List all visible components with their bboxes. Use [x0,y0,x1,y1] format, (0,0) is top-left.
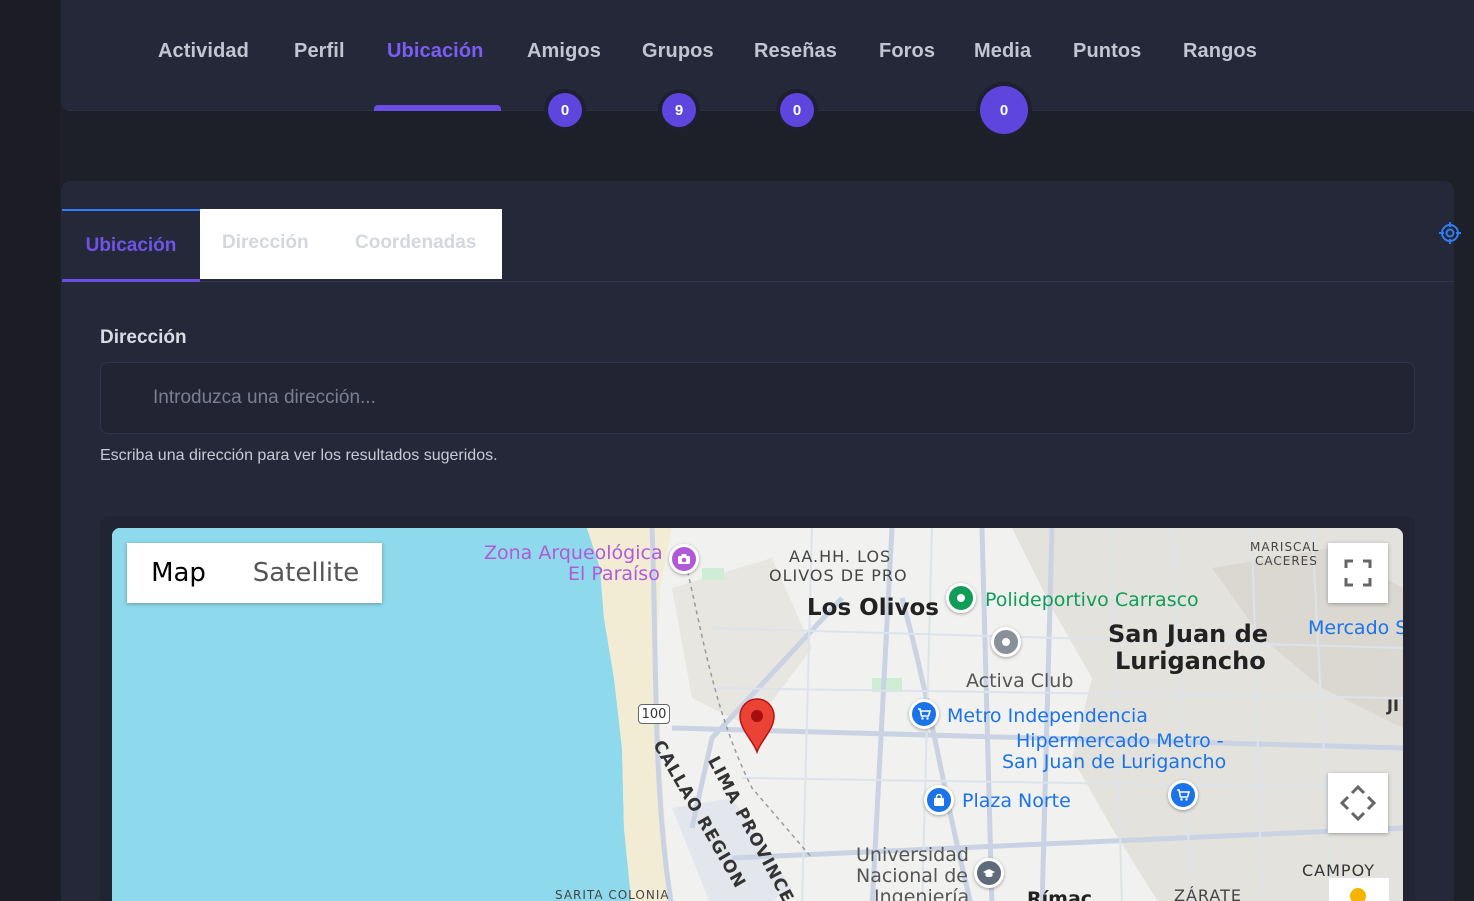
map-label-plaza-norte: Plaza Norte [962,790,1071,812]
pegman-icon [1350,888,1366,901]
tab-ubicacion[interactable]: Ubicación [62,209,200,282]
nav-item-ubicacion[interactable]: Ubicación [387,40,483,68]
route-100-shield: 100 [638,704,670,724]
map-label-polideportivo: Polideportivo Carrasco [985,589,1199,611]
nav-item-amigos[interactable]: Amigos [527,40,601,68]
camera-control-button[interactable] [1328,773,1388,833]
fullscreen-icon [1344,559,1372,587]
map-label-uni-1: Universidad [856,844,969,866]
map-label-aahh: AA.HH. LOS [789,547,892,566]
map-label-zona: Zona Arqueológica [484,542,663,564]
address-input[interactable] [100,362,1415,434]
crosshair-icon[interactable] [1438,221,1462,245]
nav-item-resenas[interactable]: Reseñas [754,40,837,68]
map-type-control: Map Satellite [127,543,382,603]
grupos-count-badge: 9 [662,93,696,127]
resenas-count-badge: 0 [780,93,814,127]
map-label-uni-3: Ingeniería [874,886,970,901]
map-label-sjl-1: San Juan de [1108,620,1269,648]
map-type-map-button[interactable]: Map [127,543,230,603]
map-label-caceres: CACERES [1255,554,1318,568]
nav-item-actividad[interactable]: Actividad [158,40,249,68]
tab-coordenadas[interactable]: Coordenadas [355,232,476,254]
camera-poi-icon[interactable] [669,544,699,574]
left-gutter [0,0,60,901]
map-label-olivos-pro: OLIVOS DE PRO [769,566,908,585]
location-marker-icon[interactable] [737,696,777,754]
map-label-hiper-1: Hipermercado Metro - [1016,730,1224,752]
address-label: Dirección [100,327,187,348]
nav-item-grupos[interactable]: Grupos [642,40,714,68]
map-label-hiper-2: San Juan de Lurigancho [1002,751,1227,773]
park-poi-icon[interactable] [946,583,976,613]
nav-active-indicator [374,105,501,111]
move-arrows-icon [1340,785,1376,821]
map-type-satellite-button[interactable]: Satellite [230,543,382,603]
nav-item-rangos[interactable]: Rangos [1183,40,1257,68]
map-label-sarita: SARITA COLONIA [555,888,670,901]
map-canvas[interactable]: Zona Arqueológica El Paraíso AA.HH. LOS … [112,528,1403,901]
fullscreen-button[interactable] [1328,543,1388,603]
map-label-ji: JI [1387,696,1399,715]
map-label-zarate: ZÁRATE [1174,886,1242,901]
map-label-activa: Activa Club [966,670,1074,692]
media-count-badge: 0 [980,86,1028,134]
school-poi-icon[interactable] [974,858,1004,888]
street-view-control[interactable] [1329,878,1389,901]
nav-item-media[interactable]: Media [974,40,1031,68]
map-label-uni-2: Nacional de [856,865,968,887]
map-label-mariscal: MARISCAL [1250,540,1320,554]
address-help-text: Escriba una dirección para ver los resul… [100,447,498,464]
map-label-sjl-2: Lurigancho [1115,647,1266,675]
map-label-rimac: Rímac [1027,888,1093,901]
shopping-bag-poi-icon[interactable] [924,785,954,815]
cart-poi-icon[interactable] [1168,780,1198,810]
tab-direccion[interactable]: Dirección [222,232,309,254]
map-label-campoy: CAMPOY [1302,861,1376,880]
nav-item-foros[interactable]: Foros [879,40,935,68]
amigos-count-badge: 0 [548,93,582,127]
nav-item-puntos[interactable]: Puntos [1073,40,1141,68]
map-label-paraiso: El Paraíso [568,563,660,585]
map-label-metro-independencia: Metro Independencia [947,705,1148,727]
cart-poi-icon[interactable] [909,699,939,729]
map-label-mercado: Mercado S [1308,617,1403,639]
gym-poi-icon[interactable] [991,627,1021,657]
map-label-los-olivos: Los Olivos [807,595,939,621]
nav-item-perfil[interactable]: Perfil [294,40,345,68]
